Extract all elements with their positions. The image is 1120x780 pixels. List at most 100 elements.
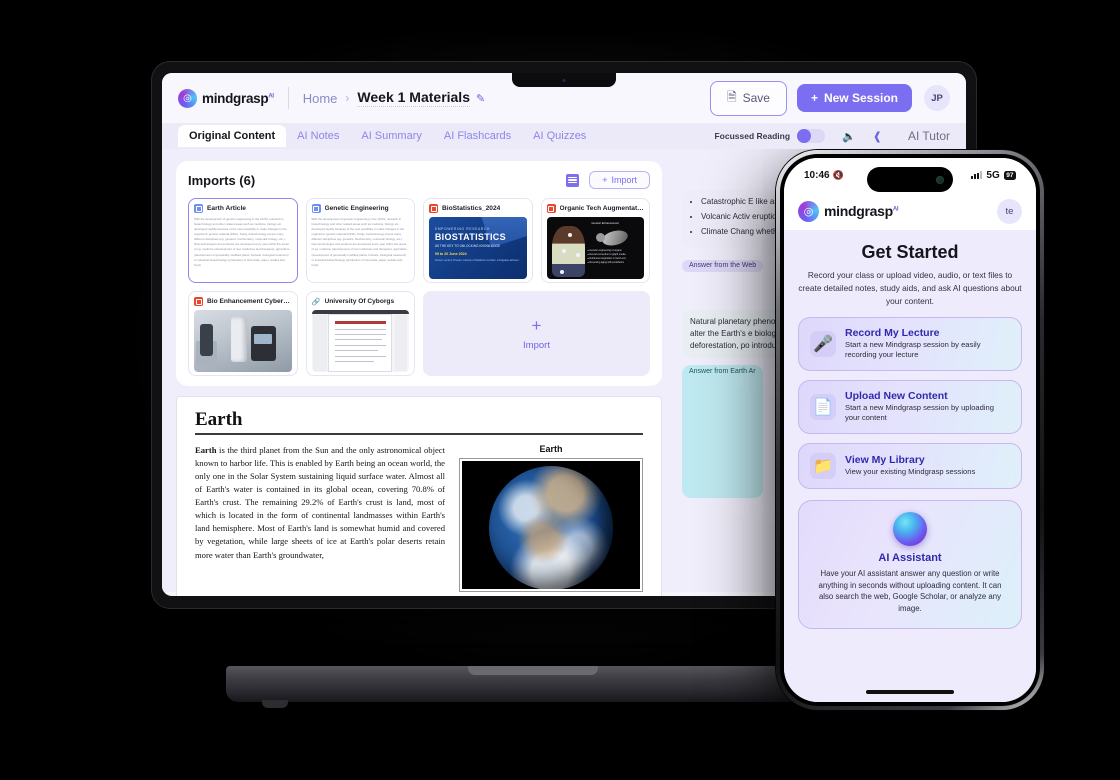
action-card-view-library[interactable]: 📁 View My Library View your existing Min… [798, 443, 1022, 490]
home-indicator[interactable] [784, 682, 1036, 702]
import-card-title: Bio Enhancement Cyberpunk [207, 298, 292, 305]
breadcrumb-home[interactable]: Home [303, 91, 338, 106]
imports-title: Imports (6) [188, 172, 256, 188]
ai-assistant-orb-icon [893, 512, 927, 547]
import-card-title: University Of Cyborgs [324, 298, 395, 305]
header-divider [287, 87, 289, 109]
microphone-icon: 🎤 [810, 330, 836, 357]
tab-ai-flashcards[interactable]: AI Flashcards [433, 125, 522, 147]
dynamic-island [867, 167, 953, 192]
breadcrumb-current: Week 1 Materials [357, 89, 470, 107]
laptop-foot [262, 700, 288, 708]
import-card-thumbnail [194, 310, 292, 372]
laptop-base [226, 666, 840, 702]
camera-dot-icon [562, 79, 566, 82]
avatar[interactable]: te [997, 198, 1022, 224]
phone-device: 10:46 🔇 5G 97 ◎ mindgraspAI te Get Start… [776, 150, 1044, 710]
thumb-title: Genetic Enhancement [591, 220, 620, 225]
new-session-label: New Session [823, 91, 898, 105]
silent-mode-icon: 🔇 [832, 169, 844, 180]
link-icon: 🔗 [311, 298, 321, 306]
thumb-date: 09 to 20 June 2024 [434, 251, 467, 256]
tab-ai-notes[interactable]: AI Notes [286, 125, 350, 147]
ai-assistant-card[interactable]: AI Assistant Have your AI assistant answ… [798, 500, 1022, 629]
plus-icon: + [602, 175, 608, 185]
phone-screen: 10:46 🔇 5G 97 ◎ mindgraspAI te Get Start… [784, 158, 1036, 702]
imports-panel: Imports (6) + Import Earth Article With … [176, 161, 662, 386]
content-pane: Imports (6) + Import Earth Article With … [162, 149, 674, 596]
import-card-title: Organic Tech Augmentation [559, 205, 645, 212]
import-card-bio-enhancement[interactable]: Bio Enhancement Cyberpunk [188, 291, 298, 376]
tab-ai-quizzes[interactable]: AI Quizzes [522, 125, 597, 147]
action-card-record-lecture[interactable]: 🎤 Record My Lecture Start a new Mindgras… [798, 316, 1022, 371]
avatar[interactable]: JP [924, 85, 950, 111]
action-card-desc: Start a new Mindgrasp session by uploadi… [845, 402, 995, 423]
import-card-organic-tech[interactable]: Organic Tech Augmentation Genetic Enhanc… [540, 198, 650, 283]
thumb-details: Venue: Lecture Theatre, Faculty of Medic… [434, 258, 519, 262]
import-card-title: Genetic Engineering [324, 205, 389, 212]
video-icon [194, 297, 203, 306]
phone-bezel: 10:46 🔇 5G 97 ◎ mindgraspAI te Get Start… [780, 154, 1040, 706]
import-card-biostatistics[interactable]: BioStatistics_2024 EMPOWERING RESEARCH B… [423, 198, 533, 283]
document-viewer[interactable]: Earth Earth is the third planet from the… [176, 396, 662, 596]
add-import-label: Import [523, 339, 550, 351]
plus-icon: + [531, 315, 542, 335]
action-card-title: Upload New Content [845, 389, 948, 402]
earth-photo [462, 461, 640, 589]
focussed-reading-control: Focussed Reading 🔈 ❰ [714, 129, 882, 143]
tab-bar: Original Content AI Notes AI Summary AI … [162, 123, 966, 149]
focussed-reading-label: Focussed Reading [714, 131, 791, 141]
import-card-blurb: With the development of genetic engineer… [194, 217, 290, 267]
signal-icon [971, 171, 983, 179]
figure-caption: Earth [539, 444, 563, 454]
action-card-title: View My Library [845, 454, 925, 467]
import-card-blurb: With the development of genetic engineer… [311, 217, 407, 267]
tab-ai-summary[interactable]: AI Summary [350, 125, 433, 147]
import-card-title: Earth Article [207, 205, 246, 212]
focussed-reading-toggle[interactable] [797, 129, 826, 143]
edit-title-icon[interactable]: ✎ [476, 92, 485, 105]
new-session-button[interactable]: + New Session [796, 84, 912, 112]
scene-background: ◎ mindgraspAI Home › Week 1 Materials ✎ … [0, 0, 1120, 780]
folder-icon: 📁 [810, 453, 836, 480]
ai-assistant-title: AI Assistant [878, 552, 942, 565]
pdf-icon [546, 204, 556, 213]
document-lead: Earth [195, 445, 217, 455]
import-card-earth-article[interactable]: Earth Article With the development of ge… [188, 198, 298, 283]
tutor-source-badge[interactable]: Answer from the Web [682, 259, 764, 272]
import-card-genetic-engineering[interactable]: Genetic Engineering With the development… [305, 198, 415, 283]
upload-file-icon: 📄 [810, 393, 836, 420]
page-title: Get Started [861, 242, 959, 262]
thumb-subtitle: AS THE KEY TO UNLOCKING KNOWLEDGE [434, 244, 501, 249]
import-card-thumbnail [311, 310, 409, 372]
import-card-university-of-cyborgs[interactable]: 🔗 University Of Cyborgs [305, 291, 415, 376]
save-button-label: Save [742, 91, 770, 105]
phone-app-header: ◎ mindgraspAI te [784, 192, 1036, 230]
document-title: Earth [195, 409, 643, 435]
import-button[interactable]: + Import [589, 171, 650, 189]
tutor-source-badge[interactable]: Answer from Earth Ar [682, 365, 763, 498]
speaker-icon[interactable]: 🔈 [842, 130, 856, 143]
thumb-title: BIOSTATISTICS [434, 231, 506, 242]
mindgrasp-logo-icon: ◎ [798, 200, 819, 222]
list-view-icon[interactable] [566, 173, 580, 187]
action-card-title: Record My Lecture [845, 326, 940, 339]
tab-original-content[interactable]: Original Content [178, 125, 287, 147]
action-card-upload-content[interactable]: 📄 Upload New Content Start a new Mindgra… [798, 379, 1022, 435]
brand-name: mindgraspAI [824, 203, 899, 219]
import-card-thumbnail: Genetic Enhancement ● Genetic engineerin… [546, 217, 644, 279]
add-import-card[interactable]: + Import [423, 291, 650, 376]
brand-name: mindgraspAI [202, 90, 274, 106]
breadcrumb-separator-icon: › [345, 91, 350, 105]
status-time: 10:46 [804, 169, 830, 181]
save-button[interactable]: 🗎 Save [709, 80, 787, 116]
action-card-desc: Start a new Mindgrasp session by easily … [845, 339, 981, 360]
share-icon[interactable]: ❰ [873, 130, 882, 143]
document-icon [311, 204, 321, 213]
ai-assistant-desc: Have your AI assistant answer any questi… [818, 569, 1002, 614]
app-logo[interactable]: ◎ mindgraspAI [178, 88, 274, 108]
save-document-icon: 🗎 [726, 89, 737, 104]
action-card-desc: View your existing Mindgrasp sessions [845, 467, 976, 477]
document-icon [194, 204, 203, 213]
document-figure: Earth [459, 444, 643, 592]
